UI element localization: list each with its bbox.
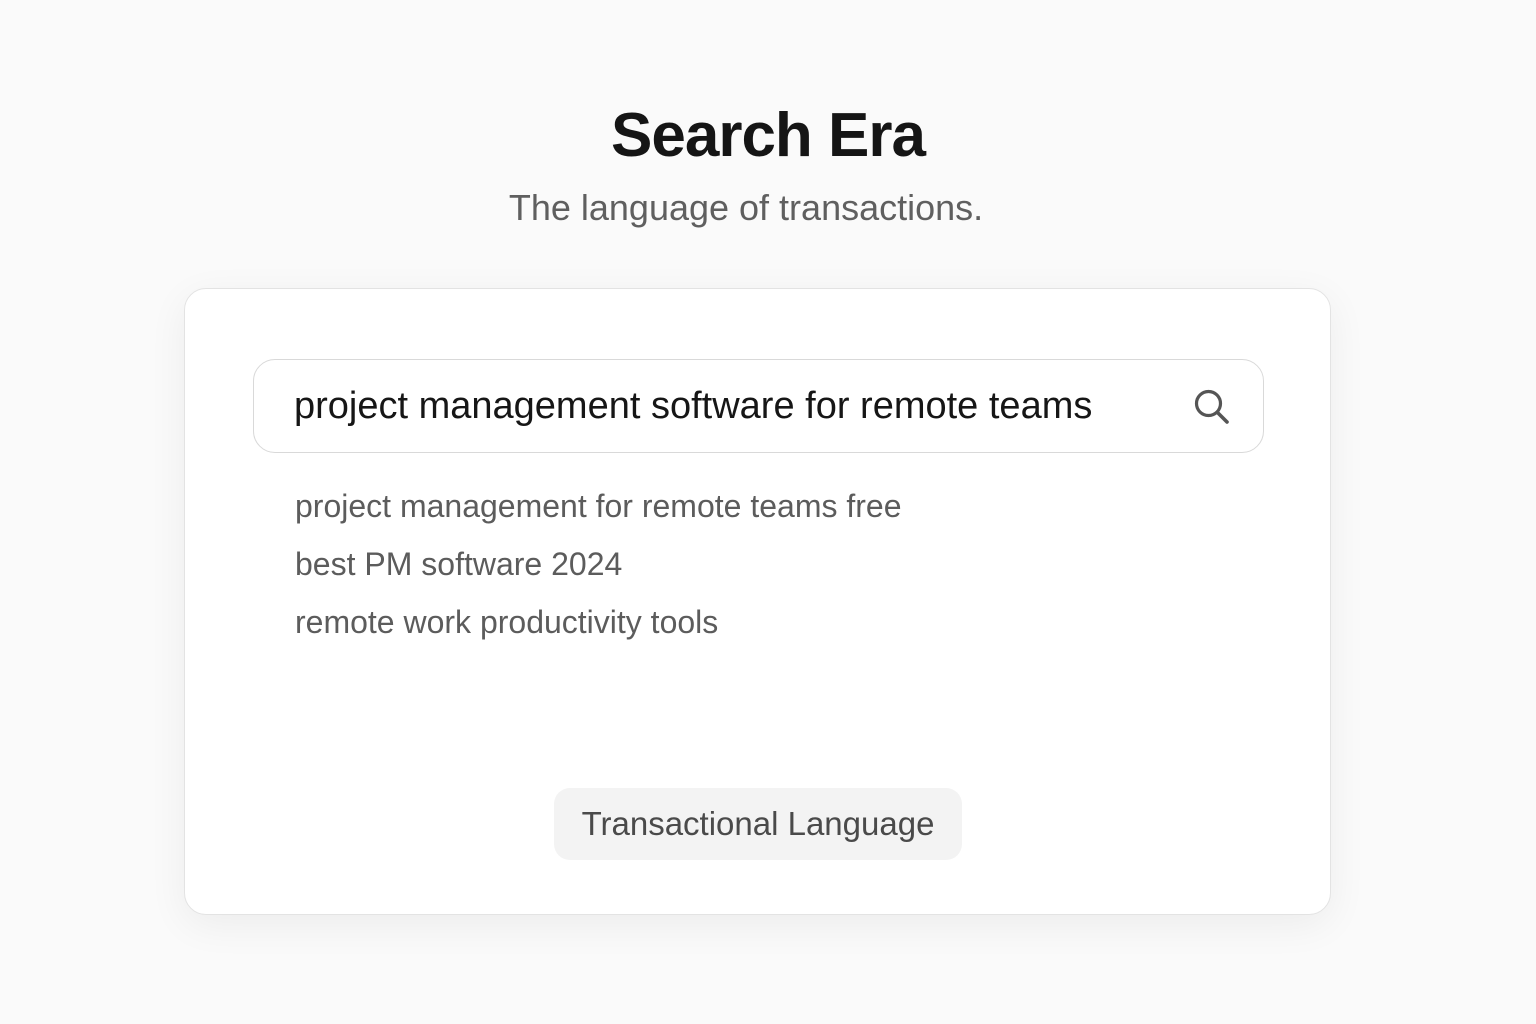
intent-tag: Transactional Language <box>554 788 962 860</box>
search-icon[interactable] <box>1191 386 1233 428</box>
suggestion-item[interactable]: project management for remote teams free <box>295 477 1195 535</box>
page-title: Search Era <box>611 101 926 170</box>
suggestion-item[interactable]: best PM software 2024 <box>295 535 1195 593</box>
suggestion-item[interactable]: remote work productivity tools <box>295 593 1195 651</box>
search-input[interactable] <box>294 360 1174 452</box>
search-card: project management for remote teams free… <box>184 288 1331 915</box>
search-box <box>253 359 1264 453</box>
page: Search Era The language of transactions.… <box>0 0 1536 1024</box>
page-subtitle: The language of transactions. <box>508 187 984 228</box>
suggestion-list: project management for remote teams free… <box>295 477 1195 651</box>
